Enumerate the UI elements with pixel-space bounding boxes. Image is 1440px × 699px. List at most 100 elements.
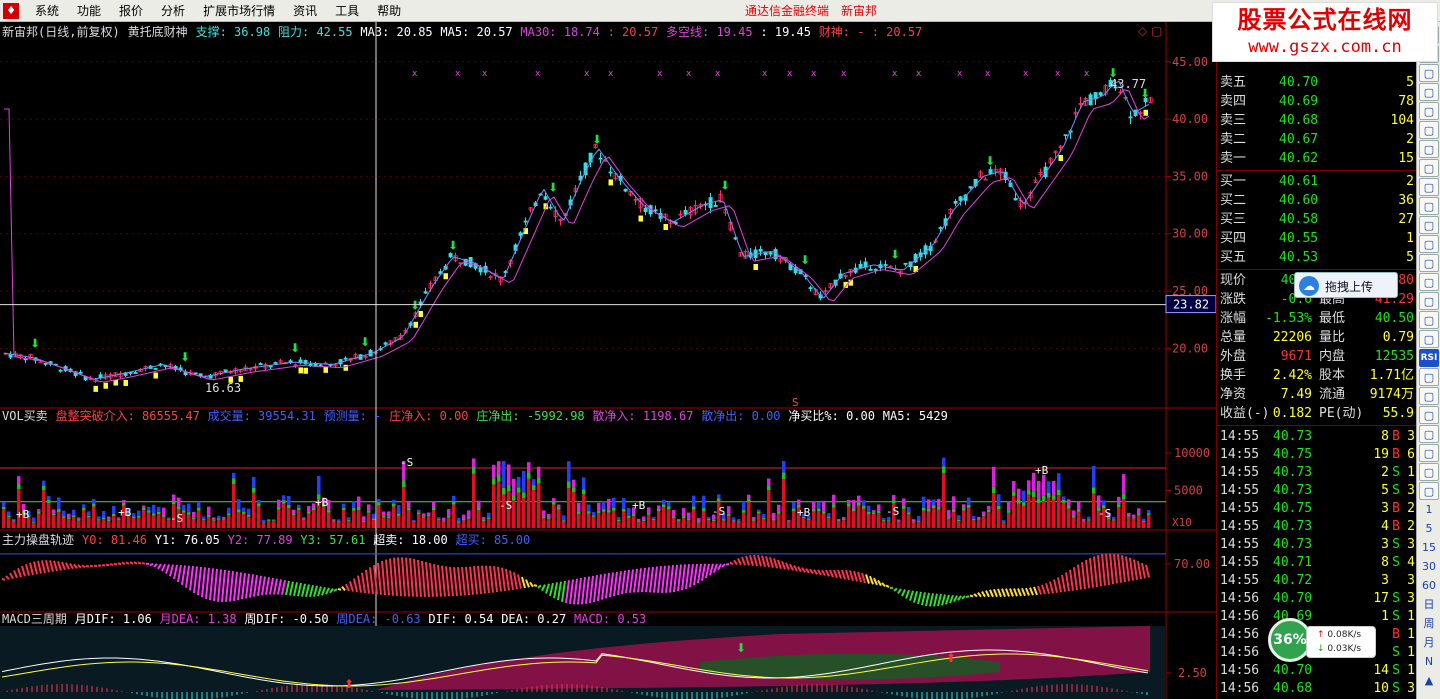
period-button[interactable]: 5 <box>1419 520 1439 538</box>
tool-icon[interactable]: ▢ <box>1419 102 1439 120</box>
vol-bar-green <box>677 520 681 522</box>
network-speed-widget[interactable]: 36% ↑ 0.08K/s ↓ 0.03K/s <box>1268 618 1376 662</box>
vol-bar-green <box>507 484 511 492</box>
vol-bar-green <box>582 489 586 495</box>
period-button[interactable]: 15 <box>1419 539 1439 557</box>
vol-bar-red <box>532 489 536 528</box>
tick-count: 1 <box>1407 465 1415 480</box>
vol-bar-red <box>867 514 871 528</box>
ask-row: 卖四 40.69 78 <box>1217 92 1417 111</box>
menu-system[interactable]: 系统 <box>26 0 68 22</box>
vol-bar-red <box>942 473 946 528</box>
osc-bar <box>177 564 182 583</box>
vol-bar-top <box>427 512 431 515</box>
period-button[interactable]: 周 <box>1419 615 1439 633</box>
candle-body <box>938 227 943 229</box>
menu-extended-market[interactable]: 扩展市场行情 <box>194 0 284 22</box>
osc-bar <box>749 555 754 566</box>
tool-icon[interactable]: ▢ <box>1419 311 1439 329</box>
tool-icon[interactable]: ▢ <box>1419 121 1439 139</box>
menu-tools[interactable]: 工具 <box>326 0 368 22</box>
tool-icon[interactable]: ▢ <box>1419 406 1439 424</box>
vol-bar-red <box>367 512 371 528</box>
vol-bar-red <box>207 516 211 528</box>
osc-bar <box>61 561 66 571</box>
period-button[interactable]: 月 <box>1419 634 1439 652</box>
menu-quote[interactable]: 报价 <box>110 0 152 22</box>
vol-bar-red <box>112 516 116 528</box>
tick-time: 14:56 <box>1220 591 1260 606</box>
candle-body <box>883 264 888 266</box>
tool-icon[interactable]: ▢ <box>1419 64 1439 82</box>
osc-bar <box>533 584 538 587</box>
tool-icon[interactable]: ▢ <box>1419 292 1439 310</box>
vol-tick-label: 5000 <box>1174 484 1203 498</box>
period-button[interactable]: 60 <box>1419 577 1439 595</box>
ma-line <box>3 80 1150 380</box>
vol-bar-red <box>677 521 681 528</box>
main-header-item: 多空线: 19.45 <box>666 25 753 39</box>
tool-icon[interactable]: ▢ <box>1419 235 1439 253</box>
tool-icon[interactable]: ▢ <box>1419 178 1439 196</box>
osc-bar <box>245 573 250 599</box>
tick-flag: S <box>1392 645 1400 660</box>
osc-bar <box>261 576 266 596</box>
vol-bar-top <box>192 511 196 518</box>
vol-bar-top <box>1142 518 1146 522</box>
menu-help[interactable]: 帮助 <box>368 0 410 22</box>
osc-bar <box>917 591 922 605</box>
osc-bar <box>297 582 302 597</box>
vol-bar-green <box>1027 489 1031 495</box>
tool-icon[interactable]: ▢ <box>1419 254 1439 272</box>
tool-icon[interactable]: ▢ <box>1419 140 1439 158</box>
tool-icon[interactable]: ▢ <box>1419 330 1439 348</box>
tool-icon[interactable]: ▢ <box>1419 216 1439 234</box>
vol-bar-top <box>1137 508 1141 514</box>
osc-bar <box>333 588 338 592</box>
support-marker <box>93 385 98 392</box>
vol-bar-red <box>1032 497 1036 528</box>
tool-icon[interactable]: ▢ <box>1419 425 1439 443</box>
candle-body <box>1128 116 1133 119</box>
osc-bar <box>813 569 818 575</box>
tool-icon[interactable]: ▢ <box>1419 368 1439 386</box>
candle-body <box>273 362 278 364</box>
candle-body <box>643 207 648 213</box>
vol-bar-green <box>642 519 646 522</box>
period-button[interactable]: N <box>1419 653 1439 671</box>
tick-row: 14:56 40.70 17 S 3 <box>1217 590 1417 608</box>
vol-bar-top <box>597 502 601 511</box>
tool-icon[interactable]: ▢ <box>1419 83 1439 101</box>
period-button[interactable]: ▲ <box>1419 672 1439 690</box>
vol-bar-top <box>882 517 886 520</box>
vol-bar-top <box>1092 466 1096 488</box>
period-button[interactable]: 日 <box>1419 596 1439 614</box>
vol-bar-red <box>62 517 66 528</box>
vol-bar-green <box>187 512 191 515</box>
tool-icon[interactable]: ▢ <box>1419 463 1439 481</box>
tool-icon[interactable]: ▢ <box>1419 387 1439 405</box>
osc-bar <box>361 572 366 594</box>
vol-bar-green <box>1087 519 1091 521</box>
rsi-button[interactable]: RSI <box>1419 349 1439 367</box>
osc-bar <box>797 566 802 573</box>
tool-icon[interactable]: ▢ <box>1419 197 1439 215</box>
stat-value: 9671 <box>1280 349 1312 364</box>
osc-bar <box>181 565 186 585</box>
vol-bar-top <box>697 518 701 522</box>
menu-analysis[interactable]: 分析 <box>152 0 194 22</box>
vol-bar-green <box>1117 504 1121 508</box>
tool-icon[interactable]: ▢ <box>1419 444 1439 462</box>
kline-chart-area[interactable]: 45.0040.0035.0030.0025.0020.00x x x x x x x x x x… <box>0 22 1216 699</box>
tool-icon[interactable]: ▢ <box>1419 273 1439 291</box>
vol-bar-green <box>527 472 531 479</box>
ask-volume: 5 <box>1406 75 1414 90</box>
menu-function[interactable]: 功能 <box>68 0 110 22</box>
tool-icon[interactable]: ▢ <box>1419 159 1439 177</box>
tool-icon[interactable]: ▢ <box>1419 482 1439 500</box>
drag-upload-tag[interactable]: ☁ 拖拽上传 <box>1294 272 1398 298</box>
period-button[interactable]: 30 <box>1419 558 1439 576</box>
period-button[interactable]: 1 <box>1419 501 1439 519</box>
osc-bar <box>1057 577 1062 593</box>
menu-news[interactable]: 资讯 <box>284 0 326 22</box>
